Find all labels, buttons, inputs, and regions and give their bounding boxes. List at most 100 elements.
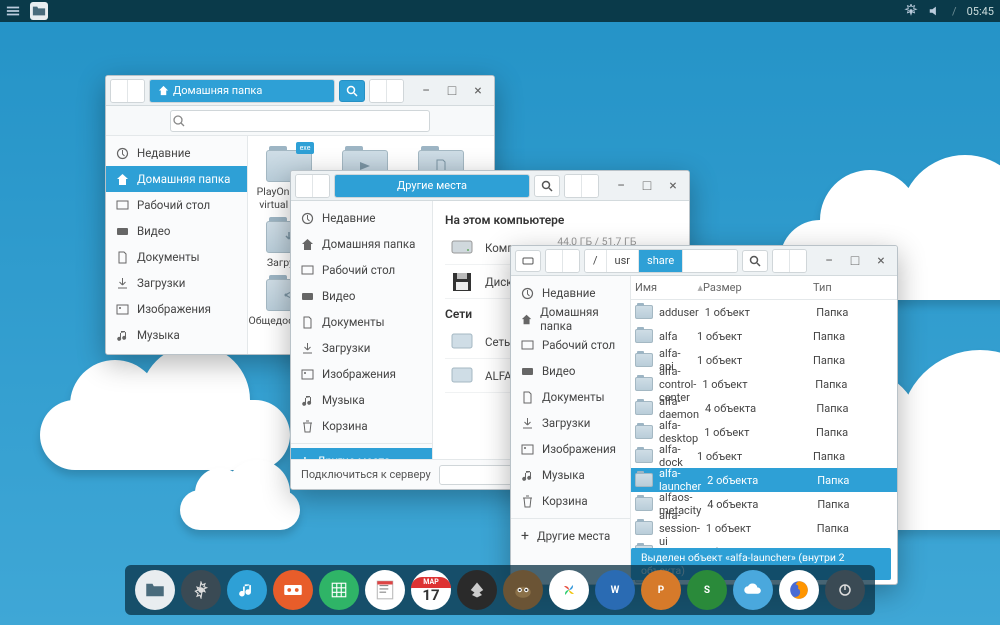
nav-back-forward: [110, 79, 145, 103]
maximize-button[interactable]: □: [440, 80, 464, 102]
view-grid[interactable]: [370, 80, 387, 102]
sidebar-item-home[interactable]: Домашняя папка: [106, 166, 247, 192]
clock[interactable]: 05:45: [967, 5, 994, 18]
row-type: Папка: [815, 378, 893, 391]
back-button[interactable]: [546, 250, 563, 272]
close-button[interactable]: ×: [661, 175, 685, 197]
settings-icon[interactable]: [904, 4, 918, 18]
sidebar-item-images[interactable]: Изображения: [291, 361, 432, 387]
maximize-button[interactable]: □: [635, 175, 659, 197]
dock-app-w-icon[interactable]: W: [595, 570, 635, 610]
view-list[interactable]: [790, 250, 806, 272]
sidebar-item-other-places[interactable]: +Другие места: [511, 523, 630, 549]
sidebar-item-trash[interactable]: Корзина: [511, 488, 630, 514]
minimize-button[interactable]: −: [817, 250, 841, 272]
col-name[interactable]: Имя: [635, 281, 697, 294]
dock-settings-icon[interactable]: [181, 570, 221, 610]
dock-power-icon[interactable]: [825, 570, 865, 610]
sidebar-item-desktop[interactable]: Рабочий стол: [511, 332, 630, 358]
list-row[interactable]: adduser1 объектПапка: [631, 300, 897, 324]
path-root[interactable]: /: [585, 250, 607, 272]
list-row[interactable]: alfa-control-center1 объектПапка: [631, 372, 897, 396]
sidebar-item-downloads[interactable]: Загрузки: [511, 410, 630, 436]
search-button[interactable]: [339, 80, 365, 102]
path-usr[interactable]: usr: [607, 250, 639, 272]
sidebar-item-home[interactable]: Домашняя папка: [291, 231, 432, 257]
list-row[interactable]: alfa-dock1 объектПапка: [631, 444, 897, 468]
dock-firefox-icon[interactable]: [779, 570, 819, 610]
dock-calendar-icon[interactable]: МАР17: [411, 570, 451, 610]
path-share[interactable]: share: [639, 250, 683, 272]
sidebar-item-other-places[interactable]: +Другие места: [291, 448, 432, 459]
sidebar: Недавние Домашняя папка Рабочий стол Вид…: [106, 136, 248, 354]
app-menu-icon[interactable]: [6, 4, 20, 18]
sidebar-item-music[interactable]: Музыка: [511, 462, 630, 488]
view-list[interactable]: [582, 175, 598, 197]
view-grid[interactable]: [565, 175, 582, 197]
sidebar-item-recent[interactable]: Недавние: [106, 140, 247, 166]
drive-icon[interactable]: [515, 250, 541, 272]
sidebar-item-documents[interactable]: Документы: [106, 244, 247, 270]
sidebar-item-downloads[interactable]: Загрузки: [106, 270, 247, 296]
view-grid[interactable]: [773, 250, 790, 272]
list-row[interactable]: alfa-launcher2 объектаПапка: [631, 468, 897, 492]
back-button[interactable]: [111, 80, 128, 102]
sidebar-item-trash[interactable]: Корзина: [106, 348, 247, 354]
active-app-icon[interactable]: [30, 2, 48, 20]
sidebar-item-recent[interactable]: Недавние: [291, 205, 432, 231]
view-list[interactable]: [387, 80, 403, 102]
close-button[interactable]: ×: [869, 250, 893, 272]
sidebar-item-music[interactable]: Музыка: [291, 387, 432, 413]
breadcrumb-other-places[interactable]: Другие места: [335, 175, 529, 197]
volume-icon[interactable]: [928, 4, 942, 18]
sidebar-item-desktop[interactable]: Рабочий стол: [106, 192, 247, 218]
search-button[interactable]: [534, 175, 560, 197]
forward-button[interactable]: [313, 175, 329, 197]
list-row[interactable]: alfa-desktop1 объектПапка: [631, 420, 897, 444]
search-input[interactable]: [170, 110, 430, 132]
search-button[interactable]: [742, 250, 768, 272]
close-button[interactable]: ×: [466, 80, 490, 102]
dock-video-icon[interactable]: [273, 570, 313, 610]
minimize-button[interactable]: −: [609, 175, 633, 197]
sidebar-item-documents[interactable]: Документы: [291, 309, 432, 335]
dock-cloud-icon[interactable]: [733, 570, 773, 610]
forward-button[interactable]: [128, 80, 144, 102]
sidebar-item-documents[interactable]: Документы: [511, 384, 630, 410]
dock-inkscape-icon[interactable]: [457, 570, 497, 610]
dock-files-icon[interactable]: [135, 570, 175, 610]
col-size[interactable]: Размер: [703, 281, 813, 294]
sidebar-item-trash[interactable]: Корзина: [291, 413, 432, 439]
list-row[interactable]: alfa1 объектПапка: [631, 324, 897, 348]
dock-playonlinux-icon[interactable]: [549, 570, 589, 610]
row-type: Папка: [817, 474, 893, 487]
sidebar-item-music[interactable]: Музыка: [106, 322, 247, 348]
dock-app-p-icon[interactable]: P: [641, 570, 681, 610]
dock-gimp-icon[interactable]: [503, 570, 543, 610]
dock-spreadsheet-icon[interactable]: [319, 570, 359, 610]
dock: МАР17 W P S: [125, 565, 875, 615]
list-row[interactable]: alfa-session-ui1 объектПапка: [631, 516, 897, 540]
list-row[interactable]: alfa-daemon4 объектаПапка: [631, 396, 897, 420]
forward-button[interactable]: [563, 250, 579, 272]
row-name: alfa-launcher: [659, 467, 701, 493]
back-button[interactable]: [296, 175, 313, 197]
dock-notes-icon[interactable]: [365, 570, 405, 610]
sidebar-item-video[interactable]: Видео: [511, 358, 630, 384]
breadcrumb-home[interactable]: Домашняя папка: [150, 80, 334, 102]
sidebar-item-recent[interactable]: Недавние: [511, 280, 630, 306]
place-label: ALFA: [485, 369, 512, 383]
row-size: 4 объекта: [707, 498, 811, 511]
sidebar-item-images[interactable]: Изображения: [511, 436, 630, 462]
sidebar-item-video[interactable]: Видео: [291, 283, 432, 309]
sidebar-item-desktop[interactable]: Рабочий стол: [291, 257, 432, 283]
sidebar-item-video[interactable]: Видео: [106, 218, 247, 244]
maximize-button[interactable]: □: [843, 250, 867, 272]
col-type[interactable]: Тип: [813, 281, 893, 294]
sidebar-item-home[interactable]: Домашняя папка: [511, 306, 630, 332]
dock-app-s-icon[interactable]: S: [687, 570, 727, 610]
dock-music-icon[interactable]: [227, 570, 267, 610]
sidebar-item-downloads[interactable]: Загрузки: [291, 335, 432, 361]
minimize-button[interactable]: −: [414, 80, 438, 102]
sidebar-item-images[interactable]: Изображения: [106, 296, 247, 322]
